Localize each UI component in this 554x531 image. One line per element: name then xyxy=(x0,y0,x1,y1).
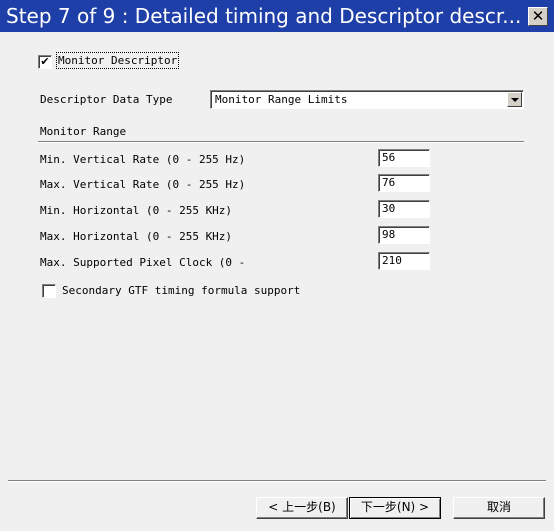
monitor-range-group-label: Monitor Range xyxy=(40,125,127,138)
min-vertical-rate-input[interactable]: 56 xyxy=(378,149,430,167)
window-title: Step 7 of 9 : Detailed timing and Descri… xyxy=(6,4,522,28)
max-horizontal-label: Max. Horizontal (0 - 255 KHz) xyxy=(40,230,233,243)
close-button[interactable]: ✕ xyxy=(528,7,548,26)
wizard-dialog: Step 7 of 9 : Detailed timing and Descri… xyxy=(0,0,554,531)
max-pixel-clock-input[interactable]: 210 xyxy=(378,252,430,270)
secondary-gtf-checkbox[interactable] xyxy=(42,284,56,298)
max-horizontal-input[interactable]: 98 xyxy=(378,226,430,244)
max-vertical-rate-label: Max. Vertical Rate (0 - 255 Hz) xyxy=(40,178,246,191)
descriptor-data-type-value: Monitor Range Limits xyxy=(215,93,348,106)
monitor-descriptor-checkbox[interactable]: ✔ xyxy=(38,55,52,69)
cancel-button[interactable]: 取消 xyxy=(453,497,545,519)
dropdown-arrow-icon[interactable] xyxy=(507,92,522,107)
descriptor-data-type-label: Descriptor Data Type xyxy=(40,93,173,106)
max-vertical-rate-input[interactable]: 76 xyxy=(378,174,430,192)
title-bar: Step 7 of 9 : Detailed timing and Descri… xyxy=(0,0,554,32)
monitor-descriptor-label[interactable]: Monitor Descriptor xyxy=(55,52,180,69)
min-vertical-rate-label: Min. Vertical Rate (0 - 255 Hz) xyxy=(40,153,246,166)
min-horizontal-input[interactable]: 30 xyxy=(378,200,430,218)
descriptor-data-type-select[interactable]: Monitor Range Limits xyxy=(210,90,524,109)
min-horizontal-label: Min. Horizontal (0 - 255 KHz) xyxy=(40,204,233,217)
secondary-gtf-label[interactable]: Secondary GTF timing formula support xyxy=(62,284,300,297)
max-pixel-clock-label: Max. Supported Pixel Clock (0 - xyxy=(40,256,246,269)
group-divider xyxy=(38,141,524,143)
back-button[interactable]: < 上一步(B) xyxy=(256,497,348,519)
next-button[interactable]: 下一步(N) > xyxy=(349,497,441,519)
button-bar-divider xyxy=(8,480,546,482)
